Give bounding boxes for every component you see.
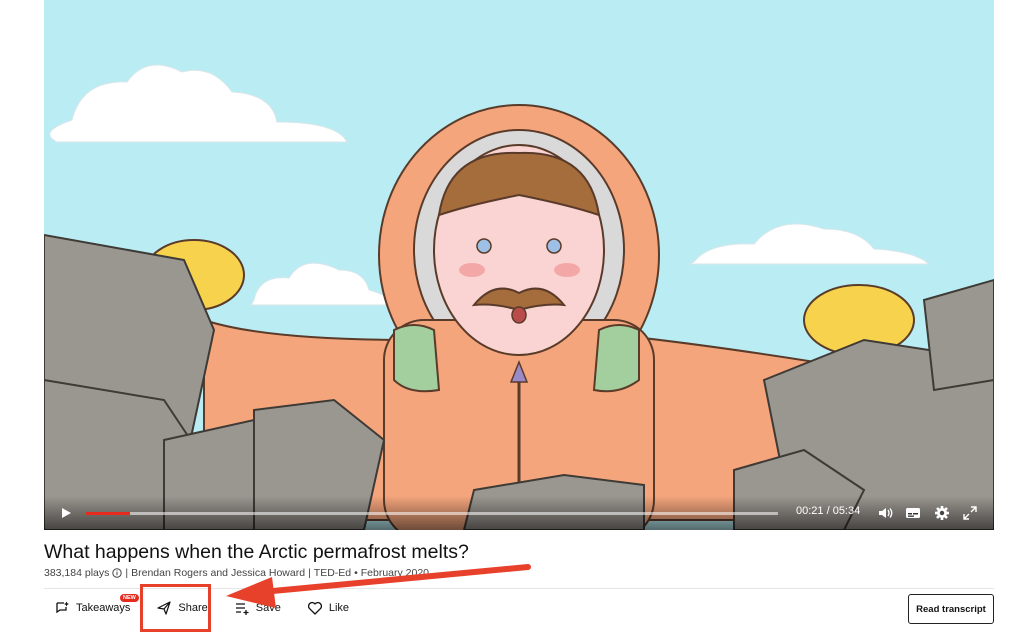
info-icon[interactable]: [112, 568, 123, 578]
save-button[interactable]: Save: [224, 596, 291, 620]
author-names[interactable]: Brendan Rogers and Jessica Howard: [131, 567, 305, 579]
takeaways-button[interactable]: Takeaways NEW: [44, 594, 140, 620]
time-display: 00:21 / 05:34: [796, 505, 861, 517]
video-player[interactable]: 00:21 / 05:34: [44, 0, 994, 530]
save-label: Save: [255, 602, 281, 614]
read-transcript-button[interactable]: Read transcript: [908, 594, 994, 624]
like-button[interactable]: Like: [297, 596, 359, 620]
heart-icon: [307, 601, 322, 615]
video-meta: 383,184 plays | Brendan Rogers and Jessi…: [44, 567, 429, 579]
annotation-highlight-box: [140, 584, 211, 632]
takeaways-icon: [56, 601, 69, 614]
settings-gear-icon[interactable]: [933, 504, 951, 522]
publish-date: • February 2020: [354, 567, 430, 579]
channel-name[interactable]: TED-Ed: [314, 567, 351, 579]
takeaways-label: Takeaways: [76, 602, 131, 614]
add-to-list-icon: [235, 603, 249, 615]
like-label: Like: [328, 602, 350, 614]
video-frame-illustration: [44, 64, 994, 530]
captions-icon[interactable]: [904, 504, 922, 522]
progress-bar-fill: [86, 512, 130, 515]
volume-icon[interactable]: [876, 504, 894, 522]
progress-bar[interactable]: [86, 512, 778, 515]
fullscreen-icon[interactable]: [961, 504, 979, 522]
play-count: 383,184 plays: [44, 567, 110, 579]
video-controls-bar: 00:21 / 05:34: [44, 496, 994, 530]
new-badge: NEW: [120, 594, 139, 602]
meta-separator: |: [125, 567, 129, 579]
play-icon[interactable]: [58, 505, 74, 521]
meta-separator: |: [308, 567, 311, 579]
video-title: What happens when the Arctic permafrost …: [44, 541, 469, 563]
